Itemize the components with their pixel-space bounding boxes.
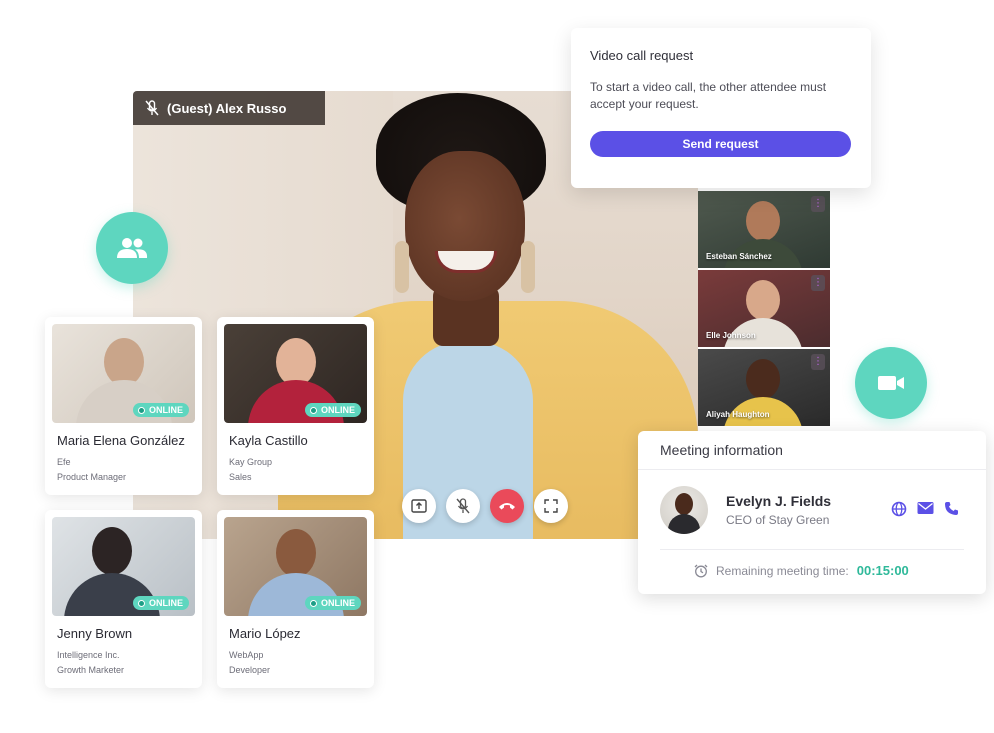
share-screen-button[interactable] — [402, 489, 436, 523]
status-dot — [309, 599, 317, 607]
host-name: Evelyn J. Fields — [726, 493, 832, 509]
status-text: ONLINE — [320, 405, 355, 415]
remaining-timer: 00:15:00 — [856, 563, 909, 578]
participant-head — [746, 359, 780, 399]
avatar — [660, 486, 708, 534]
alarm-clock-icon — [694, 564, 708, 577]
people-icon — [117, 238, 148, 258]
contact-company: Intelligence Inc. — [57, 650, 120, 660]
mic-off-icon — [456, 498, 470, 514]
photo-head — [92, 527, 132, 575]
status-dot — [137, 406, 145, 414]
people-button[interactable] — [96, 212, 168, 284]
contact-company: Kay Group — [229, 457, 273, 467]
contact-company: Efe — [57, 457, 71, 467]
contact-company: WebApp — [229, 650, 264, 660]
avatar-head — [675, 493, 693, 515]
status-dot — [309, 406, 317, 414]
status-text: ONLINE — [148, 598, 183, 608]
guest-name-chip: (Guest) Alex Russo — [133, 91, 325, 125]
online-badge: ONLINE — [304, 403, 361, 417]
mic-off-icon — [145, 100, 159, 116]
participant-name: Elle Johnson — [706, 331, 756, 340]
more-options-icon[interactable]: ⋮ — [811, 196, 825, 212]
meeting-title: Meeting information — [638, 431, 986, 470]
photo-head — [104, 338, 144, 386]
speaker-earring-right — [521, 241, 535, 293]
contact-name: Kayla Castillo — [229, 433, 308, 448]
mail-icon[interactable] — [917, 501, 934, 515]
globe-icon[interactable] — [891, 501, 907, 517]
contact-photo: ONLINE — [224, 517, 367, 616]
remaining-time-row: Remaining meeting time: 00:15:00 — [694, 563, 909, 578]
contact-role: Developer — [229, 665, 271, 675]
fullscreen-button[interactable] — [534, 489, 568, 523]
share-screen-icon — [411, 499, 427, 513]
status-text: ONLINE — [148, 405, 183, 415]
divider — [660, 549, 964, 550]
hang-up-button[interactable] — [490, 489, 524, 523]
contact-role: Product Manager — [57, 472, 127, 482]
more-options-icon[interactable]: ⋮ — [811, 275, 825, 291]
fullscreen-icon — [544, 499, 558, 513]
participant-head — [746, 201, 780, 241]
photo-head — [276, 529, 316, 577]
contact-name: Mario López — [229, 626, 301, 641]
meeting-information-card: Meeting information Evelyn J. Fields CEO… — [638, 431, 986, 594]
photo-head — [276, 338, 316, 386]
avatar-body — [668, 514, 700, 534]
participant-thumbnail[interactable]: ⋮ Aliyah Haughton — [698, 349, 830, 426]
request-title: Video call request — [590, 48, 694, 63]
participant-head — [746, 280, 780, 320]
speaker-face — [405, 151, 525, 301]
phone-icon[interactable] — [944, 501, 959, 516]
contact-photo: ONLINE — [52, 324, 195, 423]
guest-name: (Guest) Alex Russo — [167, 100, 287, 116]
video-camera-button[interactable] — [855, 347, 927, 419]
contact-role: Growth Marketer — [57, 665, 125, 675]
host-role: CEO of Stay Green — [726, 513, 830, 527]
contact-photo: ONLINE — [224, 324, 367, 423]
participant-thumbnail[interactable]: ⋮ Esteban Sánchez — [698, 191, 830, 268]
video-call-request-card: Video call request To start a video call… — [571, 28, 871, 188]
online-badge: ONLINE — [132, 596, 189, 610]
contact-name: Maria Elena González — [57, 433, 185, 448]
speaker-earring-left — [395, 241, 409, 293]
contact-actions — [891, 501, 959, 517]
contact-card[interactable]: ONLINE Kayla Castillo Kay Group Sales — [217, 317, 374, 495]
participant-thumbnail[interactable]: ⋮ Elle Johnson — [698, 270, 830, 347]
contact-role: Sales — [229, 472, 252, 482]
status-text: ONLINE — [320, 598, 355, 608]
contact-card[interactable]: ONLINE Jenny Brown Intelligence Inc. Gro… — [45, 510, 202, 688]
contact-photo: ONLINE — [52, 517, 195, 616]
mute-button[interactable] — [446, 489, 480, 523]
remaining-label: Remaining meeting time: — [716, 563, 849, 578]
video-camera-icon — [878, 376, 904, 390]
status-dot — [137, 599, 145, 607]
more-options-icon[interactable]: ⋮ — [811, 354, 825, 370]
online-badge: ONLINE — [304, 596, 361, 610]
call-controls — [402, 489, 568, 523]
hang-up-icon — [499, 503, 515, 510]
contact-card[interactable]: ONLINE Maria Elena González Efe Product … — [45, 317, 202, 495]
contact-card[interactable]: ONLINE Mario López WebApp Developer — [217, 510, 374, 688]
request-text: To start a video call, the other attende… — [590, 80, 827, 111]
participant-name: Aliyah Haughton — [706, 410, 770, 419]
participant-name: Esteban Sánchez — [706, 252, 772, 261]
send-request-button[interactable]: Send request — [590, 131, 851, 157]
online-badge: ONLINE — [132, 403, 189, 417]
contact-name: Jenny Brown — [57, 626, 133, 641]
